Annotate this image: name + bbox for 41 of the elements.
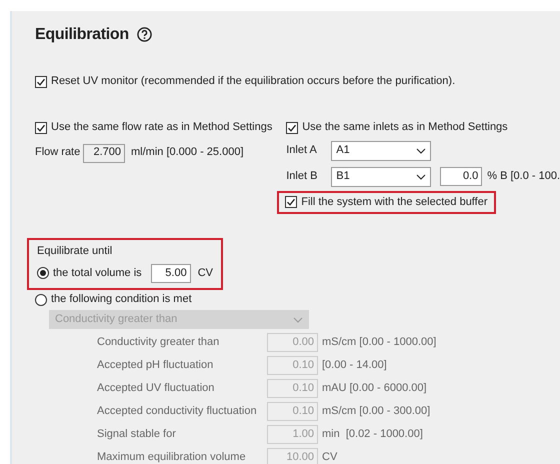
field-label: Inlet B (286, 170, 318, 184)
unit-label: CV (198, 266, 213, 280)
inlet-dropdown[interactable]: A1 (331, 140, 432, 161)
field-label: Inlet A (286, 144, 318, 158)
checkbox-option[interactable]: Fill the system with the selected buffer (285, 196, 488, 209)
volume-field[interactable]: 5.00 (150, 264, 191, 283)
group-heading: Equilibrate until (37, 244, 112, 258)
help-icon[interactable] (136, 27, 152, 42)
parameter-label: Maximum equilibration volume (97, 451, 247, 464)
checkbox[interactable] (35, 122, 47, 134)
parameter-label: Conductivity greater than (97, 336, 220, 350)
unit-label: % B [0.0 - 100. (487, 170, 560, 184)
radio-button[interactable] (35, 294, 47, 306)
unit-label: ml/min [0.000 - 25.000] (131, 146, 244, 160)
percent-field[interactable]: 0.0 (440, 167, 482, 186)
field-label: Flow rate (35, 146, 82, 160)
unit-label: CV (322, 451, 338, 464)
parameter-label: Signal stable for (97, 428, 177, 442)
checkbox-option[interactable]: Reset UV monitor (recommended if the equilibration occurs before the purification). (35, 75, 560, 88)
unit-label: min [0.02 - 1000.00] (322, 428, 423, 442)
unit-label: mAU [0.00 - 6000.00] (322, 382, 427, 396)
inlet-dropdown[interactable]: B1 (331, 166, 432, 187)
unit-label: [0.00 - 14.00] (322, 359, 387, 372)
checkbox[interactable] (35, 76, 47, 88)
parameter-label: Accepted pH fluctuation (97, 359, 214, 372)
parameter-label: Accepted conductivity fluctuation (97, 405, 258, 418)
unit-label: mS/cm [0.00 - 300.00] (322, 405, 430, 418)
caret-icon (293, 316, 303, 323)
radio-option[interactable]: the total volume is (37, 266, 142, 280)
caret-icon (416, 174, 426, 180)
flow-rate-field[interactable]: 2.700 (83, 144, 125, 163)
checkbox-option[interactable]: Use the same inlets as in Method Settings (286, 121, 560, 135)
radio-button[interactable] (37, 267, 49, 280)
section-title: Equilibration (35, 25, 129, 44)
parameter-label: Accepted UV fluctuation (97, 382, 216, 396)
radio-option[interactable]: the following condition is met (35, 292, 192, 306)
checkbox[interactable] (285, 196, 298, 208)
checkbox-option[interactable]: Use the same flow rate as in Method Settings (35, 121, 286, 135)
caret-icon (416, 148, 426, 154)
checkbox[interactable] (286, 122, 298, 134)
unit-label: mS/cm [0.00 - 1000.00] (322, 336, 436, 350)
